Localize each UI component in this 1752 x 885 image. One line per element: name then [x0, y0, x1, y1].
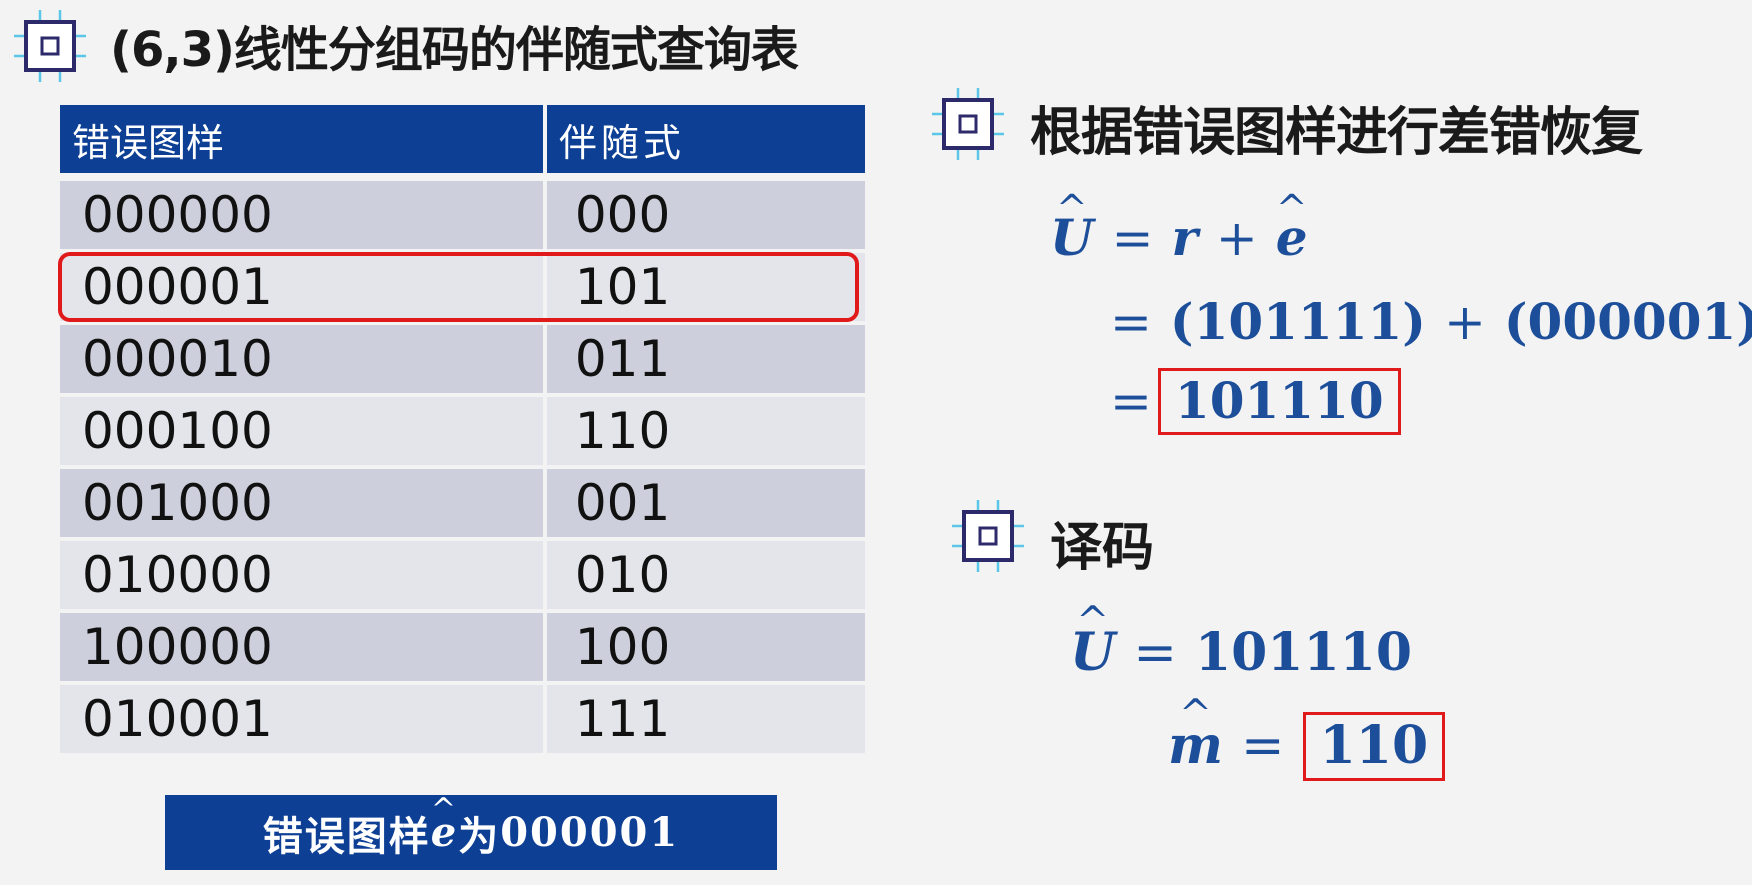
syndrome-table: 错误图样 伴随式 000000 000 000001 101 000010 01… [60, 105, 865, 757]
syndrome-cell: 001 [542, 469, 865, 541]
table-row: 000000 000 [60, 181, 865, 253]
caption-value: 000001 [500, 809, 680, 856]
equals-sign: = [1133, 623, 1177, 683]
equation-decoded-message: m = 110 [1168, 712, 1446, 781]
syndrome-cell: 011 [542, 325, 865, 397]
error-pattern-cell: 000000 [60, 181, 543, 253]
column-header-syndrome: 伴随式 [542, 105, 865, 173]
syndrome-cell: 000 [542, 181, 865, 253]
error-pattern-caption: 错误图样 e 为 000001 [165, 795, 777, 870]
equals-sign: = [1111, 209, 1154, 267]
equation-recovery-substitution: = (101111) + (000001) [1110, 292, 1752, 351]
equals-sign: = [1241, 716, 1285, 776]
syndrome-cell: 100 [542, 613, 865, 685]
error-pattern-cell: 000100 [60, 397, 543, 469]
error-pattern-cell: 010001 [60, 685, 543, 757]
equation-recovery-definition: U = r + e [1050, 208, 1308, 267]
error-pattern-cell: 100000 [60, 613, 543, 685]
error-pattern-cell: 001000 [60, 469, 543, 541]
r-symbol: r [1171, 208, 1198, 267]
table-row: 000100 110 [60, 397, 865, 469]
syndrome-cell: 110 [542, 397, 865, 469]
u-hat-symbol: U [1050, 208, 1094, 267]
syndrome-cell: 101 [542, 253, 865, 325]
received-vector: (101111) [1169, 292, 1426, 351]
table-row: 100000 100 [60, 613, 865, 685]
syndrome-cell: 010 [542, 541, 865, 613]
equation-recovery-result: = 101110 [1110, 368, 1401, 435]
caption-prefix: 错误图样 [262, 813, 431, 860]
equation-decoded-codeword: U = 101110 [1070, 622, 1412, 683]
recovered-codeword-box: 101110 [1157, 368, 1401, 435]
chip-icon [930, 86, 1006, 162]
plus-sign: + [1443, 293, 1486, 351]
codeword-value: 101110 [1194, 622, 1413, 683]
error-pattern-cell: 000001 [60, 253, 543, 325]
chip-icon [12, 8, 88, 84]
error-pattern-cell: 000010 [60, 325, 543, 397]
u-hat-symbol: U [1070, 622, 1115, 683]
decode-title: 译码 [1050, 518, 1155, 578]
caption-middle: 为 [458, 813, 501, 860]
plus-sign: + [1215, 209, 1258, 267]
page-title: (6,3)线性分组码的伴随式查询表 [110, 22, 799, 78]
caption-symbol: e [431, 809, 458, 856]
column-header-error-pattern: 错误图样 [60, 105, 543, 173]
table-row: 010000 010 [60, 541, 865, 613]
syndrome-cell: 111 [542, 685, 865, 757]
table-row: 001000 001 [60, 469, 865, 541]
e-hat-symbol: e [1276, 208, 1308, 267]
decoded-message-box: 110 [1302, 712, 1446, 781]
table-row: 010001 111 [60, 685, 865, 757]
equals-sign: = [1110, 293, 1152, 351]
m-hat-symbol: m [1168, 715, 1223, 776]
table-row: 000001 101 [60, 253, 865, 325]
recovery-title: 根据错误图样进行差错恢复 [1030, 103, 1643, 163]
error-pattern-cell: 010000 [60, 541, 543, 613]
chip-icon [950, 498, 1026, 574]
error-vector: (000001) [1503, 292, 1752, 351]
table-row: 000010 011 [60, 325, 865, 397]
equals-sign: = [1110, 372, 1152, 430]
